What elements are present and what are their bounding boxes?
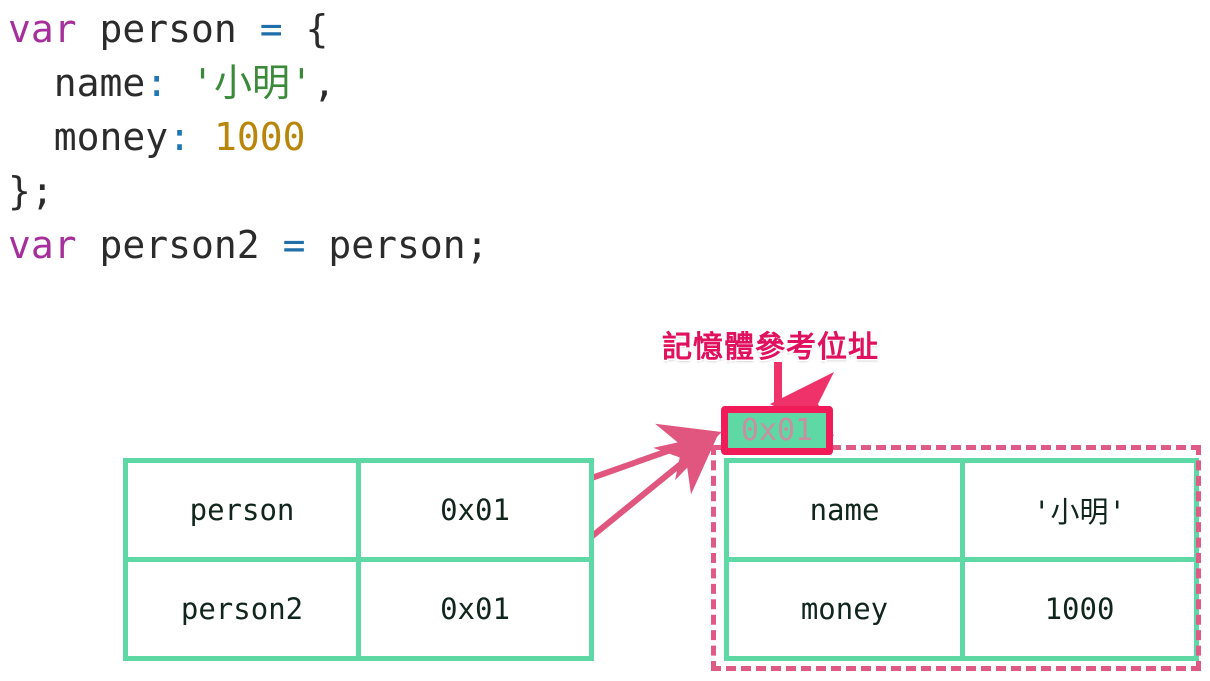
code-token-punct [237,7,260,51]
code-token-punct: }; [8,169,54,213]
code-token-punct: { [305,7,329,51]
table-row: person 0x01 [123,458,594,562]
stack-variable-address: 0x01 [356,458,594,562]
code-token-punct [283,7,306,51]
code-snippet: var person = { name: '小明', money: 1000};… [8,2,489,272]
code-token-string: '小明' [191,61,313,105]
code-token-punct: , [312,61,336,105]
code-token-kw: var [8,7,77,51]
memory-address-chip: 0x01 [721,406,833,455]
stack-variables-table: person 0x01 person2 0x01 [123,458,594,661]
code-line-4: }; [8,164,489,218]
stack-variable-address: 0x01 [356,557,594,661]
code-token-op: = [282,223,306,267]
code-token-ident: person [99,7,237,51]
heap-object-dashed-boundary [711,445,1201,671]
code-token-punct [77,7,100,51]
code-token-op: = [259,7,283,51]
stack-table-body: person 0x01 person2 0x01 [123,458,594,661]
code-token-punct [168,61,191,105]
code-token-ident: person2 [99,223,260,267]
stack-variable-name: person2 [123,557,361,661]
memory-address-chip-value: 0x01 [740,413,814,448]
code-token-ident: person; [328,223,489,267]
code-token-ident: money [8,115,169,159]
code-token-number: 1000 [213,115,306,159]
code-token-punct [305,223,328,267]
stack-variable-name: person [123,458,361,562]
code-token-ident: name [8,61,146,105]
code-token-colon: : [168,115,192,159]
code-line-2: name: '小明', [8,56,489,110]
code-line-5: var person2 = person; [8,218,489,272]
code-token-kw: var [8,223,77,267]
code-line-1: var person = { [8,2,489,56]
code-token-punct [77,223,100,267]
code-token-punct [191,115,214,159]
memory-reference-annotation-label: 記憶體參考位址 [662,330,879,365]
code-line-3: money: 1000 [8,110,489,164]
code-token-punct [260,223,283,267]
table-row: person2 0x01 [123,557,594,661]
code-token-colon: : [145,61,169,105]
